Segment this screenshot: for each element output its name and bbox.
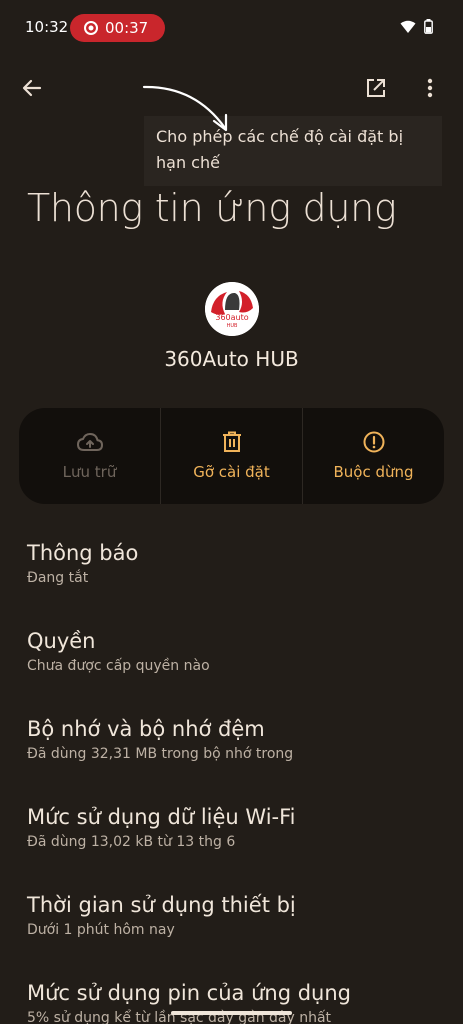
settings-item-subtitle: Đã dùng 32,31 MB trong bộ nhớ trong — [27, 746, 294, 762]
settings-item-subtitle: Chưa được cấp quyền nào — [27, 658, 210, 674]
archive-label: Lưu trữ — [62, 463, 117, 481]
trash-icon — [222, 431, 241, 452]
record-timer: 00:37 — [105, 19, 149, 37]
cloud-upload-icon — [76, 432, 103, 451]
home-indicator[interactable] — [171, 1011, 292, 1015]
settings-item-screen-time[interactable]: Thời gian sử dụng thiết bị Dưới 1 phút h… — [27, 890, 447, 978]
status-bar: 10:32 00:37 — [0, 0, 463, 56]
settings-list: Thông báo Đang tắt Quyền Chưa được cấp q… — [27, 538, 447, 1024]
settings-item-wifi-data[interactable]: Mức sử dụng dữ liệu Wi-Fi Đã dùng 13,02 … — [27, 802, 447, 890]
settings-item-subtitle: Đã dùng 13,02 kB từ 13 thg 6 — [27, 834, 236, 850]
force-stop-label: Buộc dừng — [333, 463, 414, 481]
force-stop-button[interactable]: Buộc dừng — [302, 408, 444, 504]
open-in-new-icon — [367, 79, 385, 97]
record-icon — [84, 21, 98, 35]
settings-item-title: Quyền — [27, 629, 96, 653]
settings-item-storage[interactable]: Bộ nhớ và bộ nhớ đệm Đã dùng 32,31 MB tr… — [27, 714, 447, 802]
status-time: 10:32 — [25, 18, 69, 36]
battery-icon — [424, 19, 433, 34]
uninstall-button[interactable]: Gỡ cài đặt — [160, 408, 302, 504]
settings-item-battery[interactable]: Mức sử dụng pin của ứng dụng 5% sử dụng … — [27, 978, 447, 1024]
settings-item-notifications[interactable]: Thông báo Đang tắt — [27, 538, 447, 626]
logo-text-2: HUB — [227, 323, 238, 329]
settings-item-title: Mức sử dụng dữ liệu Wi-Fi — [27, 805, 296, 829]
app-logo-icon: 360auto HUB — [205, 282, 259, 336]
wifi-icon — [400, 20, 416, 33]
archive-button[interactable]: Lưu trữ — [19, 408, 160, 504]
curved-arrow-icon — [142, 85, 228, 132]
more-vert-icon — [427, 78, 433, 98]
settings-item-title: Mức sử dụng pin của ứng dụng — [27, 981, 351, 1005]
settings-item-subtitle: Dưới 1 phút hôm nay — [27, 922, 175, 938]
settings-item-title: Thông báo — [27, 541, 139, 565]
open-app-button[interactable] — [356, 68, 396, 108]
logo-text-1: 360auto — [215, 313, 248, 322]
settings-item-permissions[interactable]: Quyền Chưa được cấp quyền nào — [27, 626, 447, 714]
settings-item-title: Bộ nhớ và bộ nhớ đệm — [27, 717, 265, 741]
page-title: Thông tin ứng dụng — [27, 186, 397, 230]
screen-record-chip[interactable]: 00:37 — [70, 14, 165, 42]
app-name: 360Auto HUB — [164, 347, 299, 371]
more-options-button[interactable] — [410, 68, 450, 108]
alert-circle-icon — [363, 431, 384, 453]
settings-item-title: Thời gian sử dụng thiết bị — [27, 893, 296, 917]
back-button[interactable] — [12, 68, 52, 108]
uninstall-label: Gỡ cài đặt — [193, 463, 270, 481]
arrow-left-icon — [22, 79, 42, 97]
app-actions-card: Lưu trữ Gỡ cài đặt Buộc dừng — [19, 408, 444, 504]
app-logo: 360auto HUB — [205, 282, 259, 336]
settings-item-subtitle: Đang tắt — [27, 570, 89, 586]
